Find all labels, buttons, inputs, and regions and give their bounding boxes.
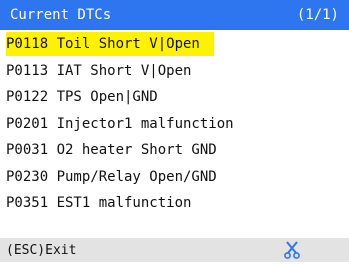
dtc-row[interactable]: P0230 Pump/Relay Open/GND: [0, 164, 349, 191]
scissors-icon[interactable]: [283, 241, 301, 259]
dtc-code-text: P0201 Injector1 malfunction: [6, 115, 234, 132]
dtc-row[interactable]: P0113 IAT Short V|Open: [0, 58, 349, 85]
dtc-code-text: P0118 Toil Short V|Open: [6, 32, 214, 56]
page-indicator: (1/1): [296, 7, 339, 23]
dtc-row[interactable]: P0351 EST1 malfunction: [0, 190, 349, 217]
dtc-list: P0118 Toil Short V|Open P0113 IAT Short …: [0, 31, 349, 217]
dtc-row[interactable]: P0122 TPS Open|GND: [0, 84, 349, 111]
dtc-code-text: P0113 IAT Short V|Open: [6, 62, 192, 79]
dtc-code-text: P0122 TPS Open|GND: [6, 89, 158, 105]
dtc-row[interactable]: P0201 Injector1 malfunction: [0, 111, 349, 138]
dtc-code-text: P0031 O2 heater Short GND: [6, 142, 217, 158]
dtc-row[interactable]: P0118 Toil Short V|Open: [0, 31, 349, 58]
page-title: Current DTCs: [10, 7, 112, 23]
dtc-row[interactable]: P0031 O2 heater Short GND: [0, 137, 349, 164]
dtc-code-text: P0351 EST1 malfunction: [6, 195, 192, 211]
header-bar: Current DTCs (1/1): [0, 0, 349, 30]
dtc-code-text: P0230 Pump/Relay Open/GND: [6, 168, 217, 185]
footer-bar: (ESC)Exit: [0, 238, 349, 262]
exit-button[interactable]: (ESC)Exit: [6, 238, 76, 262]
dtc-screen: Current DTCs (1/1) P0118 Toil Short V|Op…: [0, 0, 349, 262]
